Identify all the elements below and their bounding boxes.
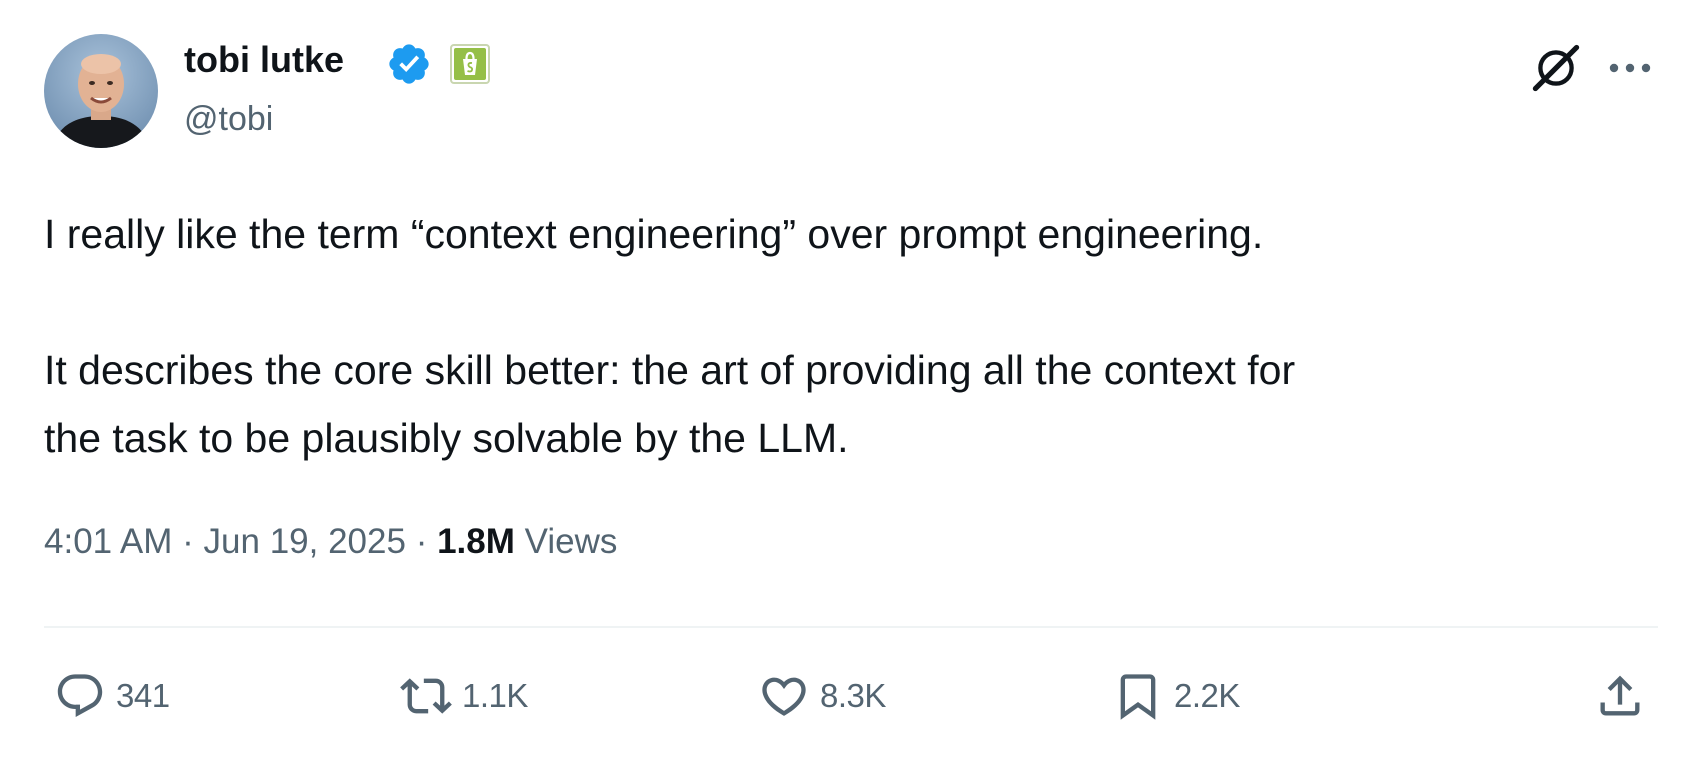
reply-button[interactable]: 341 [54, 664, 170, 728]
tweet-text-line: It describes the core skill better: the … [44, 347, 1296, 393]
bookmark-icon [1120, 674, 1156, 720]
bookmark-button[interactable]: 2.2K [1112, 664, 1240, 728]
reply-count: 341 [116, 677, 170, 714]
bookmark-count: 2.2K [1174, 677, 1240, 714]
repost-button[interactable]: 1.1K [400, 664, 528, 728]
repost-icon [400, 678, 452, 714]
share-icon [1600, 675, 1640, 716]
avatar-image [44, 34, 158, 148]
repost-count: 1.1K [462, 677, 528, 714]
tweet-text-line: the task to be plausibly solvable by the… [44, 415, 849, 461]
views-count: 1.8M [437, 522, 515, 561]
tweet-date[interactable]: Jun 19, 2025 [204, 522, 406, 561]
meta-separator: · [415, 522, 428, 561]
tweet-meta: 4:01 AM · Jun 19, 2025 · 1.8M Views [44, 518, 617, 566]
meta-separator: · [182, 522, 194, 561]
author-display-name[interactable]: tobi lutke [184, 38, 344, 82]
like-count: 8.3K [820, 677, 886, 714]
tweet-text-line: I really like the term “context engineer… [44, 211, 1264, 257]
tweet-text: I really like the term “context engineer… [44, 200, 1664, 472]
tweet-time[interactable]: 4:01 AM [44, 522, 172, 561]
like-button[interactable]: 8.3K [758, 664, 886, 728]
more-icon[interactable] [1606, 48, 1654, 88]
share-button[interactable] [1594, 664, 1646, 728]
heart-icon [762, 677, 806, 716]
author-handle[interactable]: @tobi [184, 98, 273, 140]
avatar[interactable] [44, 34, 158, 148]
reply-icon [57, 674, 103, 718]
tweet-card: tobi lutke @tobi I really like the term … [0, 0, 1701, 774]
shopify-affiliate-badge-icon[interactable] [450, 44, 490, 84]
verified-badge-icon[interactable] [386, 41, 432, 87]
divider [44, 626, 1658, 628]
grok-icon[interactable] [1530, 42, 1582, 94]
views-label: Views [524, 522, 618, 561]
